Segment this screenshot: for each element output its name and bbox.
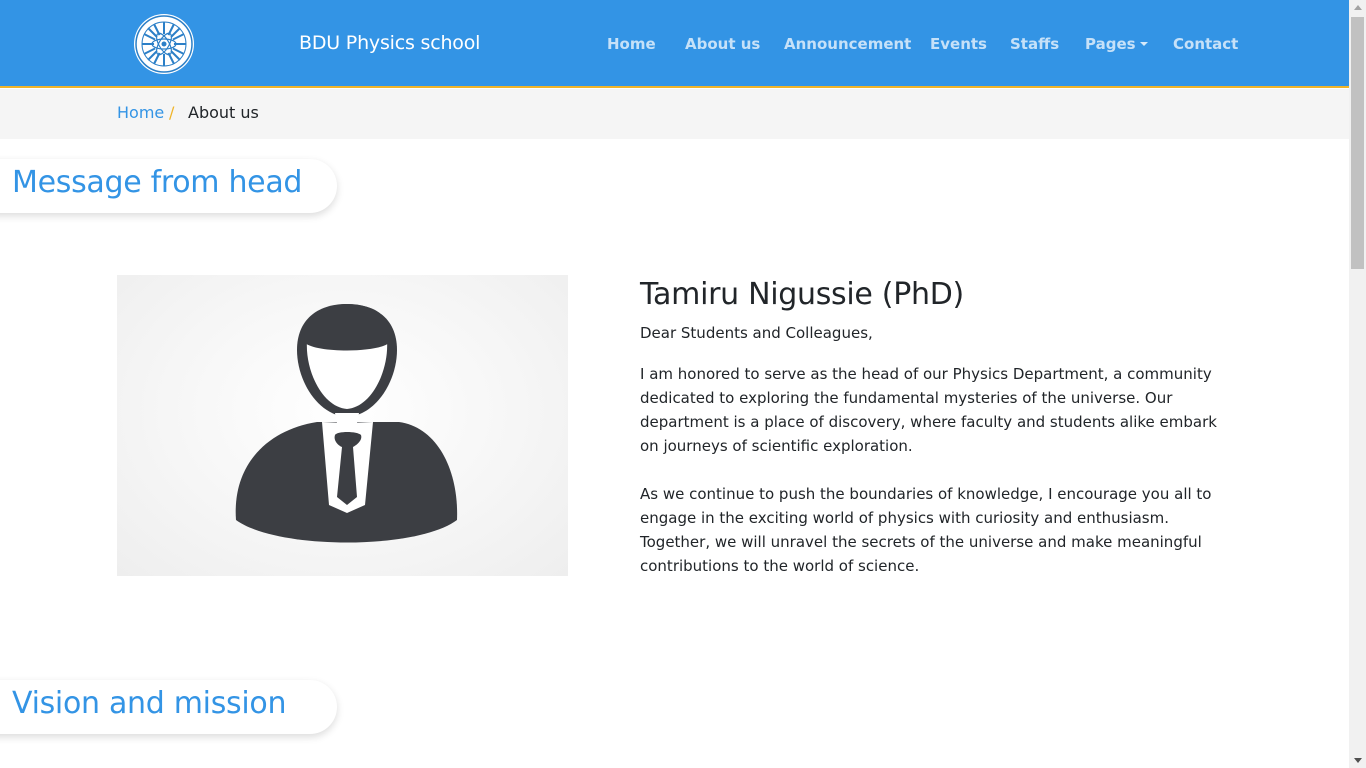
nav-announcement[interactable]: Announcement — [784, 35, 911, 53]
head-photo — [117, 275, 568, 576]
nav-about-us[interactable]: About us — [685, 35, 760, 53]
breadcrumb-current: About us — [188, 103, 259, 122]
caret-down-icon — [1139, 42, 1148, 46]
breadcrumb: Home / About us — [0, 89, 1349, 139]
vision-section-title: Vision and mission — [12, 686, 287, 721]
scroll-up-arrow-icon[interactable] — [1354, 5, 1362, 10]
breadcrumb-separator: / — [169, 103, 175, 122]
vision-section-header: Vision and mission — [0, 680, 337, 734]
message-section-title: Message from head — [12, 165, 303, 200]
scroll-down-arrow-icon[interactable] — [1354, 758, 1362, 763]
person-avatar-icon — [235, 304, 458, 543]
nav-pages-dropdown[interactable]: Pages — [1085, 35, 1148, 53]
breadcrumb-home-link[interactable]: Home — [117, 103, 164, 122]
scrollbar-thumb[interactable] — [1351, 17, 1364, 269]
head-greeting: Dear Students and Colleagues, — [640, 324, 873, 342]
message-section-header: Message from head — [0, 159, 337, 213]
page: BDU Physics school Home About us Announc… — [0, 0, 1349, 768]
vertical-scrollbar[interactable] — [1349, 0, 1366, 768]
head-name: Tamiru Nigussie (PhD) — [640, 277, 964, 312]
nav-events[interactable]: Events — [930, 35, 987, 53]
bdu-logo-icon[interactable] — [134, 14, 194, 74]
nav-staffs[interactable]: Staffs — [1010, 35, 1059, 53]
head-message-paragraph-2: As we continue to push the boundaries of… — [640, 485, 1212, 575]
nav-contact[interactable]: Contact — [1173, 35, 1238, 53]
nav-pages-label: Pages — [1085, 35, 1136, 53]
head-message-paragraph-1: I am honored to serve as the head of our… — [640, 365, 1217, 455]
nav-home[interactable]: Home — [607, 35, 656, 53]
brand-title[interactable]: BDU Physics school — [299, 32, 480, 54]
navbar: BDU Physics school Home About us Announc… — [0, 0, 1349, 88]
